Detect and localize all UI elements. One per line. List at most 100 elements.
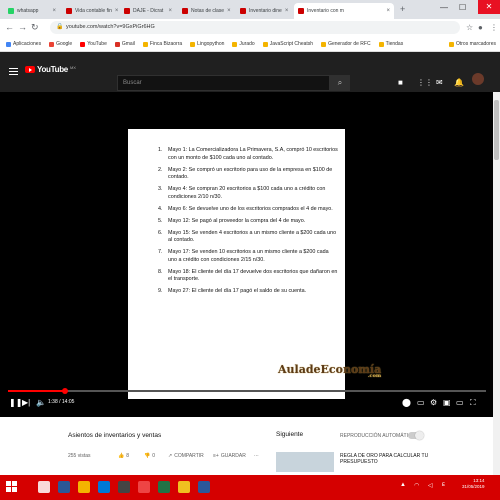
bookmark-item[interactable]: Jurado [232, 41, 255, 47]
excel-icon[interactable] [158, 481, 170, 493]
volume-tray-icon[interactable]: ◁ [428, 482, 433, 489]
list-item: 8. Mayo 18: El cliente del día 17 devuelv… [158, 268, 338, 283]
youtube-icon [240, 8, 246, 14]
subtitles-icon[interactable]: ▭ [417, 398, 425, 407]
dislike-button[interactable]: 👎 0 [144, 453, 155, 459]
profile-icon[interactable]: ● [478, 23, 483, 32]
share-icon: ↗ [168, 453, 173, 459]
save-button[interactable]: ≡+ GUARDAR [213, 453, 246, 459]
autoplay-label: REPRODUCCIÓN AUTOMÁTICA [340, 433, 415, 439]
star-icon[interactable]: ☆ [466, 23, 473, 32]
recommended-title[interactable]: REGLA DE ORO PARA CALCULAR TU PRESUPUEST… [340, 453, 460, 465]
folder-icon [190, 41, 196, 47]
maximize-icon[interactable]: ☐ [459, 3, 466, 12]
word-icon[interactable] [198, 481, 210, 493]
close-tab-icon[interactable]: × [386, 8, 390, 14]
volume-icon[interactable]: 🔈 [36, 398, 46, 407]
media-icon[interactable] [118, 481, 130, 493]
autoplay-toggle[interactable] [408, 431, 424, 440]
bookmark-item[interactable]: Google [49, 41, 72, 47]
close-window-button[interactable]: ✕ [478, 0, 500, 14]
search-button[interactable]: ⌕ [330, 75, 350, 91]
favicon-icon [8, 8, 14, 14]
search-icon[interactable] [38, 481, 50, 493]
apps-grid-icon[interactable]: ⋮⋮ [417, 78, 433, 87]
close-tab-icon[interactable]: × [285, 8, 289, 14]
avatar[interactable] [472, 73, 484, 85]
exercise-list: 1. Mayo 1: La Comercializadora La Primave… [158, 147, 338, 300]
browser-tab-active[interactable]: Inventario con m × [294, 3, 394, 19]
miniplayer-icon[interactable]: ▣ [443, 398, 451, 407]
other-bookmarks[interactable]: Otros marcadores [448, 41, 496, 47]
page-scrollbar[interactable] [493, 92, 500, 475]
youtube-logo[interactable]: YouTube MX [25, 65, 76, 74]
search-input[interactable]: Buscar [117, 75, 330, 91]
file-explorer-icon[interactable] [78, 481, 90, 493]
browser-tab[interactable]: DAJE - Dicrat × [120, 3, 176, 19]
fullscreen-icon[interactable]: ⛶ [470, 398, 476, 408]
video-document-frame: 1. Mayo 1: La Comercializadora La Primave… [128, 129, 345, 399]
browser-tab[interactable]: Inventario dine × [236, 3, 292, 19]
bookmark-item[interactable]: Tiendas [378, 41, 403, 47]
youtube-icon [66, 8, 72, 14]
tab-label: DAJE - Dicrat [133, 8, 164, 14]
close-tab-icon[interactable]: × [52, 8, 56, 14]
gmail-icon [114, 41, 120, 47]
notifications-icon[interactable]: 🔔 [454, 78, 464, 87]
messages-icon[interactable]: ✉ [436, 78, 443, 87]
scrollbar-thumb[interactable] [494, 100, 499, 160]
reload-icon[interactable]: ↻ [31, 22, 39, 33]
close-tab-icon[interactable]: × [115, 8, 118, 14]
taskbar-clock[interactable]: 13:14 31/05/2019 [462, 478, 485, 490]
network-icon[interactable]: ▲ [400, 482, 406, 488]
new-tab-button[interactable]: + [400, 4, 405, 14]
menu-icon[interactable]: ⋮ [490, 23, 498, 32]
address-bar[interactable]: 🔒 youtube.com/watch?v=9GxPiGr6HG [50, 21, 460, 34]
task-view-icon[interactable] [58, 481, 70, 493]
youtube-icon [80, 41, 86, 47]
theater-mode-icon[interactable]: ▭ [456, 398, 464, 407]
bookmark-item[interactable]: Generador de RFC [321, 41, 371, 47]
pause-icon[interactable]: ❚❚ [9, 398, 22, 407]
more-actions-icon[interactable]: ⋯ [254, 453, 259, 459]
bookmark-item[interactable]: Aplicaciones [6, 41, 41, 47]
wifi-icon[interactable]: ◠ [414, 482, 419, 489]
like-button[interactable]: 👍 8 [118, 453, 129, 459]
bookmark-item[interactable]: YouTube [80, 41, 107, 47]
browser-tab[interactable]: Notas de clase × [178, 3, 234, 19]
chrome-icon[interactable] [178, 481, 190, 493]
back-icon[interactable]: ← [5, 22, 14, 32]
create-video-icon[interactable]: ■ [398, 78, 403, 87]
browser-tab[interactable]: whatsapp × [4, 3, 60, 19]
bookmark-item[interactable]: Finca Bizaorra [142, 41, 182, 47]
time-display: 1:38 / 14:05 [48, 399, 75, 405]
video-player[interactable]: 1. Mayo 1: La Comercializadora La Primave… [0, 92, 493, 417]
up-next-heading: Siguiente [276, 431, 304, 438]
language-icon[interactable]: ᴇ [442, 482, 445, 488]
forward-icon[interactable]: → [18, 22, 27, 32]
youtube-play-icon [25, 66, 35, 73]
recommended-thumbnail[interactable] [276, 452, 334, 472]
hamburger-menu-icon[interactable] [9, 68, 18, 75]
browser-tab-strip: whatsapp × Vida contable fin × DAJE - Di… [0, 0, 500, 19]
youtube-icon [124, 8, 130, 14]
bookmark-item[interactable]: JavaScript Cheatsh [262, 41, 313, 47]
google-icon [49, 41, 55, 47]
next-video-icon[interactable]: ▶| [22, 398, 30, 407]
progress-bar[interactable] [8, 388, 486, 394]
close-tab-icon[interactable]: × [168, 8, 172, 14]
thumbs-up-icon: 👍 [118, 453, 125, 459]
windows-start-icon[interactable] [6, 481, 18, 493]
minimize-icon[interactable]: — [440, 3, 448, 12]
bookmark-item[interactable]: Lingopython [190, 41, 224, 47]
store-icon[interactable] [98, 481, 110, 493]
bookmark-item[interactable]: Gmail [114, 41, 135, 47]
settings-gear-icon[interactable]: ⚙ [430, 398, 437, 407]
url-text: youtube.com/watch?v=9GxPiGr6HG [66, 24, 155, 30]
share-button[interactable]: ↗ COMPARTIR [168, 453, 204, 459]
browser-tab[interactable]: Vida contable fin × [62, 3, 118, 19]
progress-scrubber[interactable] [62, 388, 69, 394]
app-icon[interactable] [138, 481, 150, 493]
autoplay-toggle-icon[interactable]: ⬤ [402, 398, 411, 407]
close-tab-icon[interactable]: × [227, 8, 231, 14]
